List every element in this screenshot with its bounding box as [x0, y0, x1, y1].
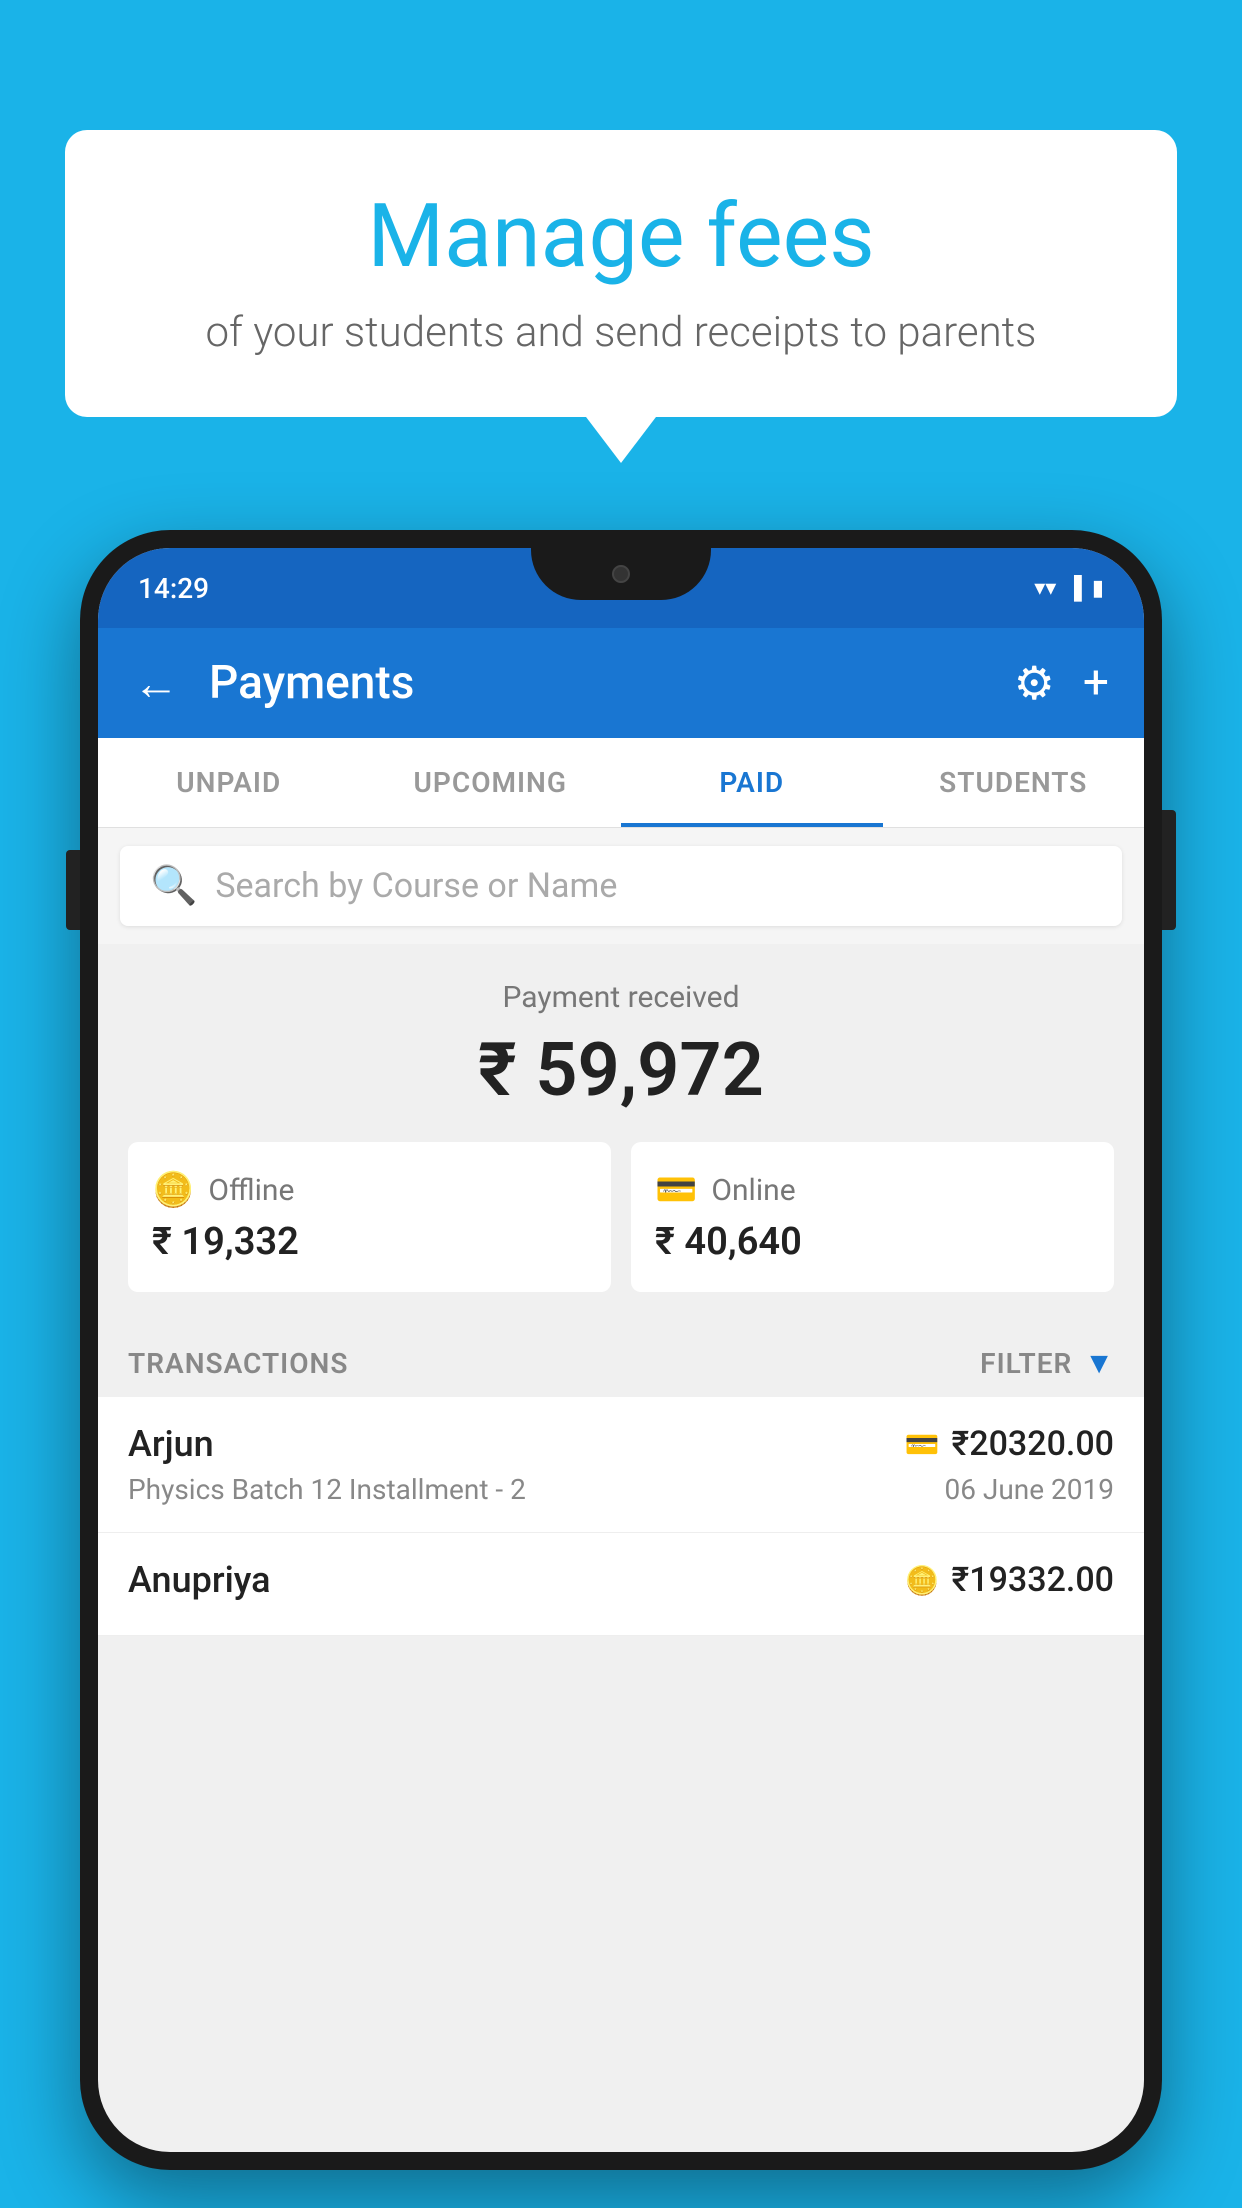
- transactions-header: TRANSACTIONS FILTER ▼: [98, 1322, 1144, 1397]
- transaction-date: 06 June 2019: [944, 1473, 1114, 1506]
- payment-cards: 🪙 Offline ₹ 19,332 💳 Online ₹ 40,640: [128, 1142, 1114, 1292]
- tab-paid[interactable]: PAID: [621, 738, 883, 827]
- card-icon: 💳: [905, 1428, 940, 1461]
- offline-label: Offline: [208, 1173, 294, 1208]
- camera: [612, 565, 630, 583]
- settings-icon[interactable]: ⚙: [1014, 656, 1055, 711]
- status-time: 14:29: [138, 572, 209, 605]
- offline-amount: ₹ 19,332: [152, 1220, 587, 1264]
- online-label: Online: [711, 1173, 795, 1208]
- tab-upcoming[interactable]: UPCOMING: [360, 738, 622, 827]
- transaction-name: Anupriya: [128, 1559, 271, 1601]
- transaction-name: Arjun: [128, 1423, 214, 1465]
- speech-bubble-title: Manage fees: [125, 185, 1117, 288]
- cash-icon: 🪙: [905, 1564, 940, 1597]
- search-box[interactable]: 🔍 Search by Course or Name: [120, 846, 1122, 926]
- speech-bubble-container: Manage fees of your students and send re…: [65, 130, 1177, 417]
- add-icon[interactable]: +: [1083, 656, 1109, 710]
- search-icon: 🔍: [150, 864, 197, 908]
- online-icon: 💳: [655, 1170, 697, 1210]
- search-input[interactable]: Search by Course or Name: [215, 866, 617, 906]
- tab-unpaid[interactable]: UNPAID: [98, 738, 360, 827]
- transaction-detail: Physics Batch 12 Installment - 2: [128, 1473, 526, 1506]
- wifi-icon: ▾▾: [1034, 576, 1056, 601]
- filter-label: FILTER: [980, 1347, 1072, 1380]
- app-bar-title: Payments: [209, 656, 984, 710]
- payment-received-label: Payment received: [128, 980, 1114, 1015]
- transaction-list: Arjun 💳 ₹20320.00 Physics Batch 12 Insta…: [98, 1397, 1144, 1636]
- speech-bubble-subtitle: of your students and send receipts to pa…: [125, 308, 1117, 357]
- online-amount: ₹ 40,640: [655, 1220, 1090, 1264]
- notch: [531, 548, 711, 600]
- signal-icon: ▐: [1066, 575, 1082, 601]
- phone-container: 14:29 ▾▾ ▐ ▮ ← Payments ⚙ +: [80, 530, 1162, 2170]
- payment-summary: Payment received ₹ 59,972 🪙 Offline ₹ 19…: [98, 944, 1144, 1322]
- payment-total-amount: ₹ 59,972: [128, 1027, 1114, 1114]
- app-bar-actions: ⚙ +: [1014, 656, 1109, 711]
- transactions-label: TRANSACTIONS: [128, 1347, 348, 1380]
- phone-outer: 14:29 ▾▾ ▐ ▮ ← Payments ⚙ +: [80, 530, 1162, 2170]
- filter-icon: ▼: [1084, 1346, 1114, 1381]
- battery-icon: ▮: [1092, 576, 1104, 601]
- filter-area[interactable]: FILTER ▼: [980, 1346, 1114, 1381]
- table-row[interactable]: Arjun 💳 ₹20320.00 Physics Batch 12 Insta…: [98, 1397, 1144, 1533]
- phone-screen: 14:29 ▾▾ ▐ ▮ ← Payments ⚙ +: [98, 548, 1144, 2152]
- app-bar: ← Payments ⚙ +: [98, 628, 1144, 738]
- offline-icon: 🪙: [152, 1170, 194, 1210]
- transaction-amount: ₹20320.00: [952, 1424, 1114, 1464]
- status-bar: 14:29 ▾▾ ▐ ▮: [98, 548, 1144, 628]
- back-button[interactable]: ←: [133, 656, 179, 711]
- search-container: 🔍 Search by Course or Name: [98, 828, 1144, 944]
- online-card: 💳 Online ₹ 40,640: [631, 1142, 1114, 1292]
- offline-card: 🪙 Offline ₹ 19,332: [128, 1142, 611, 1292]
- tab-students[interactable]: STUDENTS: [883, 738, 1145, 827]
- transaction-amount: ₹19332.00: [952, 1560, 1114, 1600]
- table-row[interactable]: Anupriya 🪙 ₹19332.00: [98, 1533, 1144, 1636]
- speech-bubble: Manage fees of your students and send re…: [65, 130, 1177, 417]
- tabs-bar: UNPAID UPCOMING PAID STUDENTS: [98, 738, 1144, 828]
- status-icons: ▾▾ ▐ ▮: [1034, 575, 1104, 601]
